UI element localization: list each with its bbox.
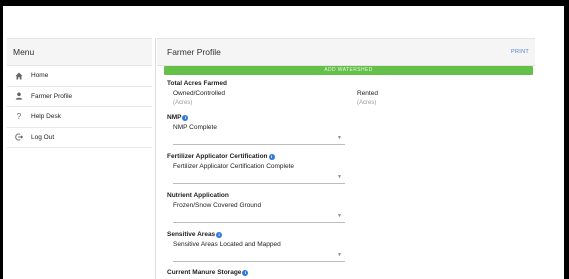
person-icon <box>7 92 31 100</box>
home-icon <box>7 72 31 80</box>
app-screen: Menu Home Farmer Profile ? Help Desk Log… <box>3 6 564 279</box>
sidebar-item-farmer-profile[interactable]: Farmer Profile <box>7 87 152 107</box>
info-icon[interactable]: i <box>216 231 223 238</box>
sensitive-value: Sensitive Areas Located and Mapped <box>173 241 281 248</box>
sidebar: Menu Home Farmer Profile ? Help Desk Log… <box>7 38 152 279</box>
manure-section: Current Manure Storage i <box>167 269 535 276</box>
sidebar-item-label: Farmer Profile <box>31 92 73 100</box>
nutrient-section: Nutrient Application Frozen/Snow Covered… <box>167 192 535 223</box>
owned-acres-field[interactable]: Owned/Controlled (Acres) <box>167 90 351 106</box>
logout-icon <box>7 133 31 141</box>
question-icon: ? <box>16 111 22 121</box>
nutrient-title: Nutrient Application <box>167 192 229 199</box>
nmp-section: NMP i NMP Complete ▼ <box>167 114 535 145</box>
nutrient-select[interactable]: Frozen/Snow Covered Ground ▼ <box>173 199 345 223</box>
chevron-down-icon: ▼ <box>337 252 342 258</box>
rented-acres-input[interactable]: (Acres) <box>357 100 535 106</box>
nmp-value: NMP Complete <box>173 124 217 131</box>
nmp-select[interactable]: NMP Complete ▼ <box>173 121 345 145</box>
rented-acres-field[interactable]: Rented (Acres) <box>351 90 535 106</box>
sensitive-section: Sensitive Areas i Sensitive Areas Locate… <box>167 231 535 262</box>
total-acres-section: Total Acres Farmed Owned/Controlled (Acr… <box>167 80 535 106</box>
sensitive-select[interactable]: Sensitive Areas Located and Mapped ▼ <box>173 238 345 262</box>
owned-acres-label: Owned/Controlled <box>173 90 226 97</box>
add-watershed-button[interactable]: ADD WATERSHED <box>164 66 533 75</box>
sidebar-item-label: Log Out <box>31 133 55 141</box>
manure-title: Current Manure Storage <box>167 269 242 276</box>
sidebar-item-home[interactable]: Home <box>7 66 152 87</box>
rented-acres-label: Rented <box>357 90 378 97</box>
info-icon[interactable]: i <box>268 153 275 160</box>
nutrient-value: Frozen/Snow Covered Ground <box>173 202 262 209</box>
sidebar-item-label: Home <box>31 72 49 80</box>
nmp-title: NMP <box>167 114 182 121</box>
page-title: Farmer Profile <box>167 47 221 57</box>
chevron-down-icon: ▼ <box>337 135 342 141</box>
sensitive-title: Sensitive Areas <box>167 231 216 238</box>
top-bar <box>3 6 564 34</box>
print-button[interactable]: PRINT <box>511 49 529 55</box>
chevron-down-icon: ▼ <box>337 213 342 219</box>
fertilizer-section: Fertilizer Applicator Certification i Fe… <box>167 153 535 184</box>
fertilizer-value: Fertilizer Applicator Certification Comp… <box>173 163 295 170</box>
total-acres-title: Total Acres Farmed <box>167 80 227 87</box>
sidebar-title: Menu <box>7 38 152 66</box>
info-icon[interactable]: i <box>242 269 249 276</box>
main-header: Farmer Profile PRINT <box>157 38 535 66</box>
profile-form: ADD WATERSHED Total Acres Farmed Owned/C… <box>157 66 535 276</box>
fertilizer-title: Fertilizer Applicator Certification <box>167 153 268 160</box>
owned-acres-input[interactable]: (Acres) <box>173 100 351 106</box>
fertilizer-select[interactable]: Fertilizer Applicator Certification Comp… <box>173 160 345 184</box>
sidebar-item-label: Help Desk <box>31 113 61 121</box>
info-icon[interactable]: i <box>182 114 189 121</box>
panel-divider <box>155 38 156 279</box>
sidebar-item-help-desk[interactable]: ? Help Desk <box>7 107 152 128</box>
main-panel: Farmer Profile PRINT ADD WATERSHED Total… <box>157 38 535 279</box>
sidebar-item-log-out[interactable]: Log Out <box>7 128 152 148</box>
sidebar-nav: Home Farmer Profile ? Help Desk Log Out <box>7 66 152 148</box>
chevron-down-icon: ▼ <box>337 174 342 180</box>
